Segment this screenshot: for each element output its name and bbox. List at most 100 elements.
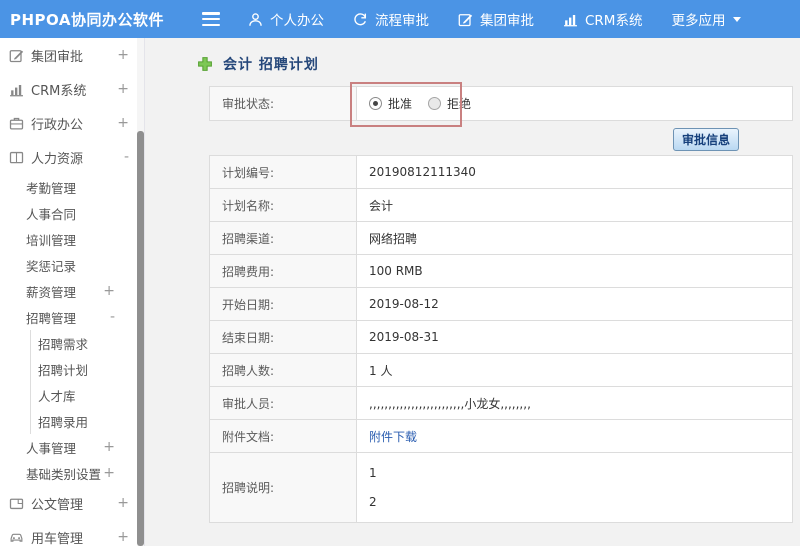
field-label: 招聘费用: [210, 255, 357, 287]
sidebar-item-salary[interactable]: 薪资管理 + [0, 278, 144, 304]
sidebar-item-recruit-plan[interactable]: 招聘计划 [31, 356, 144, 382]
sidebar-item-label: 人才库 [38, 388, 76, 404]
table-row: 计划名称: 会计 [210, 189, 792, 222]
sidebar-item-hr[interactable]: 人力资源 - [0, 140, 144, 174]
approval-info-button[interactable]: 审批信息 [673, 128, 740, 151]
field-value: 网络招聘 [369, 231, 418, 246]
sidebar-item-label: 人事管理 [26, 440, 77, 456]
person-icon [248, 12, 263, 27]
app-logo: PHPOA协同办公软件 [10, 10, 164, 29]
field-label: 审批人员: [210, 387, 357, 419]
status-table: 审批状态: 批准 拒绝 [209, 86, 793, 121]
sidebar-item-admin-office[interactable]: 行政办公 + [0, 106, 144, 140]
sidebar-item-training[interactable]: 培训管理 [0, 226, 144, 252]
expand-plus-icon[interactable]: + [117, 495, 129, 511]
sidebar-item-label: 考勤管理 [26, 180, 77, 196]
expand-plus-icon[interactable]: + [117, 47, 129, 63]
sidebar-item-label: 招聘录用 [38, 414, 89, 430]
sidebar-item-basic-category[interactable]: 基础类别设置 + [0, 460, 144, 486]
page-title-row: 会计 招聘计划 [197, 54, 319, 74]
table-row: 附件文档: 附件下载 [210, 420, 792, 453]
nav-crm-system[interactable]: CRM系统 [563, 9, 642, 29]
sidebar-item-label: 基础类别设置 [26, 466, 102, 482]
sidebar-item-vehicle-mgmt[interactable]: 用车管理 + [0, 520, 144, 546]
description-line: 1 [369, 465, 377, 480]
sidebar-item-recruit-demand[interactable]: 招聘需求 [31, 330, 144, 356]
sidebar-item-label: 人事合同 [26, 206, 77, 222]
sidebar-item-group-approval[interactable]: 集团审批 + [0, 38, 144, 72]
sidebar-item-label: 薪资管理 [26, 284, 77, 300]
attachment-download-link[interactable]: 附件下载 [369, 428, 417, 445]
sidebar-item-recruit-hire[interactable]: 招聘录用 [31, 408, 144, 434]
field-value: 100 RMB [369, 264, 423, 278]
field-value: 2019-08-31 [369, 330, 439, 344]
table-row: 招聘说明: 1 2 [210, 453, 792, 522]
expand-minus-icon[interactable]: - [124, 149, 129, 165]
table-row: 计划编号: 20190812111340 [210, 156, 792, 189]
sidebar-item-recruit-mgmt[interactable]: 招聘管理 - [0, 304, 144, 330]
table-row: 招聘人数: 1 人 [210, 354, 792, 387]
expand-plus-icon[interactable]: + [117, 529, 129, 545]
sidebar-scrollbar-track [137, 38, 144, 546]
document-icon [9, 496, 24, 511]
nav-label: 更多应用 [671, 13, 726, 29]
field-label: 结束日期: [210, 321, 357, 353]
detail-table: 计划编号: 20190812111340 计划名称: 会计 招聘渠道: 网络招聘… [209, 155, 793, 523]
radio-reject[interactable] [428, 97, 442, 110]
car-icon [9, 530, 24, 545]
sidebar-item-rewards[interactable]: 奖惩记录 [0, 252, 144, 278]
table-row: 结束日期: 2019-08-31 [210, 321, 792, 354]
field-value: 1 人 [369, 363, 393, 378]
table-row: 审批状态: 批准 拒绝 [210, 87, 792, 120]
nav-label: 个人办公 [270, 13, 324, 29]
nav-group-approval[interactable]: 集团审批 [458, 9, 534, 29]
briefcase-icon [9, 116, 24, 131]
field-value: 附件下载 [357, 420, 792, 452]
radio-approve[interactable] [369, 97, 382, 110]
expand-plus-icon[interactable]: + [103, 439, 115, 455]
sidebar-item-document-mgmt[interactable]: 公文管理 + [0, 486, 144, 520]
sidebar-item-label: 招聘计划 [38, 362, 89, 378]
field-value: 2019-08-12 [369, 297, 439, 311]
expand-plus-icon[interactable]: + [117, 115, 129, 131]
radio-reject-label: 拒绝 [447, 97, 472, 111]
nav-process-approval[interactable]: 流程审批 [353, 9, 429, 29]
nav-label: 流程审批 [375, 13, 429, 29]
nav-personal-office[interactable]: 个人办公 [248, 9, 324, 29]
edit-square-icon [9, 48, 24, 63]
sidebar: 集团审批 + CRM系统 + 行政办公 + 人力资源 - 考勤管理 人事合同 培… [0, 38, 144, 546]
expand-plus-icon[interactable]: + [103, 465, 115, 481]
sidebar-item-talent-pool[interactable]: 人才库 [31, 382, 144, 408]
sidebar-item-label: 人力资源 [31, 151, 84, 167]
table-row: 招聘费用: 100 RMB [210, 255, 792, 288]
sidebar-scrollbar-thumb[interactable] [137, 131, 144, 546]
process-icon [353, 12, 368, 27]
field-label: 计划编号: [210, 156, 357, 188]
sidebar-item-label: 招聘管理 [26, 310, 77, 326]
bar-chart-icon [9, 82, 24, 97]
sidebar-item-personnel-mgmt[interactable]: 人事管理 + [0, 434, 144, 460]
field-label: 审批状态: [210, 87, 357, 120]
field-value: 1 2 [357, 453, 792, 522]
sidebar-item-label: 奖惩记录 [26, 258, 77, 274]
edit-icon [458, 12, 473, 27]
expand-minus-icon[interactable]: - [110, 309, 115, 325]
caret-down-icon [733, 16, 742, 22]
sidebar-item-hr-contract[interactable]: 人事合同 [0, 200, 144, 226]
page-title: 会计 招聘计划 [223, 57, 319, 73]
sidebar-item-label: 用车管理 [31, 531, 84, 546]
sidebar-item-attendance[interactable]: 考勤管理 [0, 174, 144, 200]
menu-toggle-icon[interactable] [202, 12, 220, 26]
add-plus-icon [197, 56, 213, 72]
sidebar-item-label: CRM系统 [31, 83, 87, 99]
description-line: 2 [369, 494, 377, 509]
top-navbar: PHPOA协同办公软件 个人办公 流程审批 集团审批 CRM系统 更多应用 [0, 0, 800, 38]
expand-plus-icon[interactable]: + [117, 81, 129, 97]
expand-plus-icon[interactable]: + [103, 283, 115, 299]
field-value: ,,,,,,,,,,,,,,,,,,,,,,,,,小龙女,,,,,,,, [369, 396, 531, 411]
nav-more-apps[interactable]: 更多应用 [671, 9, 742, 29]
sidebar-item-label: 集团审批 [31, 49, 84, 65]
sidebar-item-crm[interactable]: CRM系统 + [0, 72, 144, 106]
sidebar-item-label: 培训管理 [26, 232, 77, 248]
sidebar-item-label: 行政办公 [31, 117, 84, 133]
